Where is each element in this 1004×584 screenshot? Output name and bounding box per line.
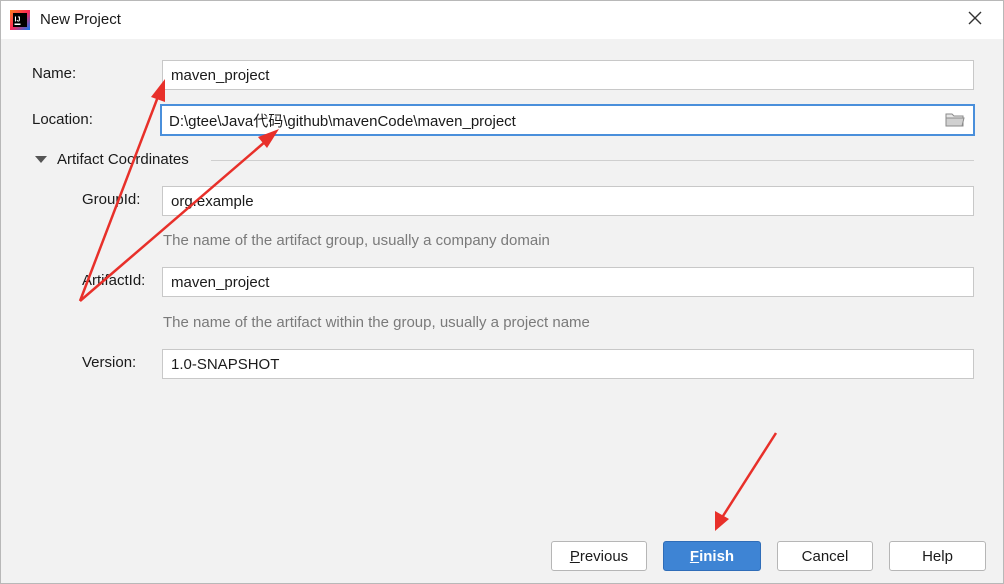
artifact-id-hint: The name of the artifact within the grou… — [163, 314, 590, 331]
name-label: Name: — [32, 65, 77, 82]
section-divider — [211, 160, 974, 161]
group-id-hint: The name of the artifact group, usually … — [163, 232, 550, 249]
svg-text:IJ: IJ — [15, 17, 21, 24]
cancel-button[interactable]: Cancel — [777, 541, 873, 571]
location-label: Location: — [32, 111, 93, 128]
arrow-to-finish-button — [721, 432, 778, 517]
previous-button[interactable]: Previous — [551, 541, 647, 571]
folder-icon[interactable] — [945, 112, 965, 128]
location-input[interactable]: D:\gtee\Java代码\github\mavenCode\maven_pr… — [160, 104, 975, 136]
arrow-head-finish — [715, 511, 729, 531]
intellij-app-icon: IJ — [10, 10, 30, 30]
new-project-dialog: IJ New Project Name: maven_project Locat… — [0, 0, 1004, 584]
section-title: Artifact Coordinates — [57, 151, 189, 168]
help-button[interactable]: Help — [889, 541, 986, 571]
previous-label: revious — [579, 547, 629, 565]
version-input[interactable]: 1.0-SNAPSHOT — [162, 349, 974, 379]
close-icon — [968, 11, 982, 29]
finish-label: inish — [699, 547, 735, 565]
title-bar: IJ New Project — [1, 1, 1003, 39]
close-button[interactable] — [959, 5, 991, 35]
finish-mnemonic: F — [689, 547, 700, 565]
group-id-label: GroupId: — [82, 191, 141, 208]
group-id-input[interactable]: org.example — [162, 186, 974, 216]
location-value: D:\gtee\Java代码\github\mavenCode\maven_pr… — [169, 112, 516, 130]
name-input[interactable]: maven_project — [162, 60, 974, 90]
collapse-triangle-icon — [35, 156, 47, 163]
previous-mnemonic: P — [569, 547, 580, 565]
artifact-id-label: ArtifactId: — [82, 272, 146, 289]
artifact-coordinates-toggle[interactable]: Artifact Coordinates — [35, 151, 189, 168]
version-label: Version: — [82, 354, 137, 371]
artifact-id-input[interactable]: maven_project — [162, 267, 974, 297]
finish-button[interactable]: Finish — [663, 541, 761, 571]
window-title: New Project — [40, 11, 121, 28]
